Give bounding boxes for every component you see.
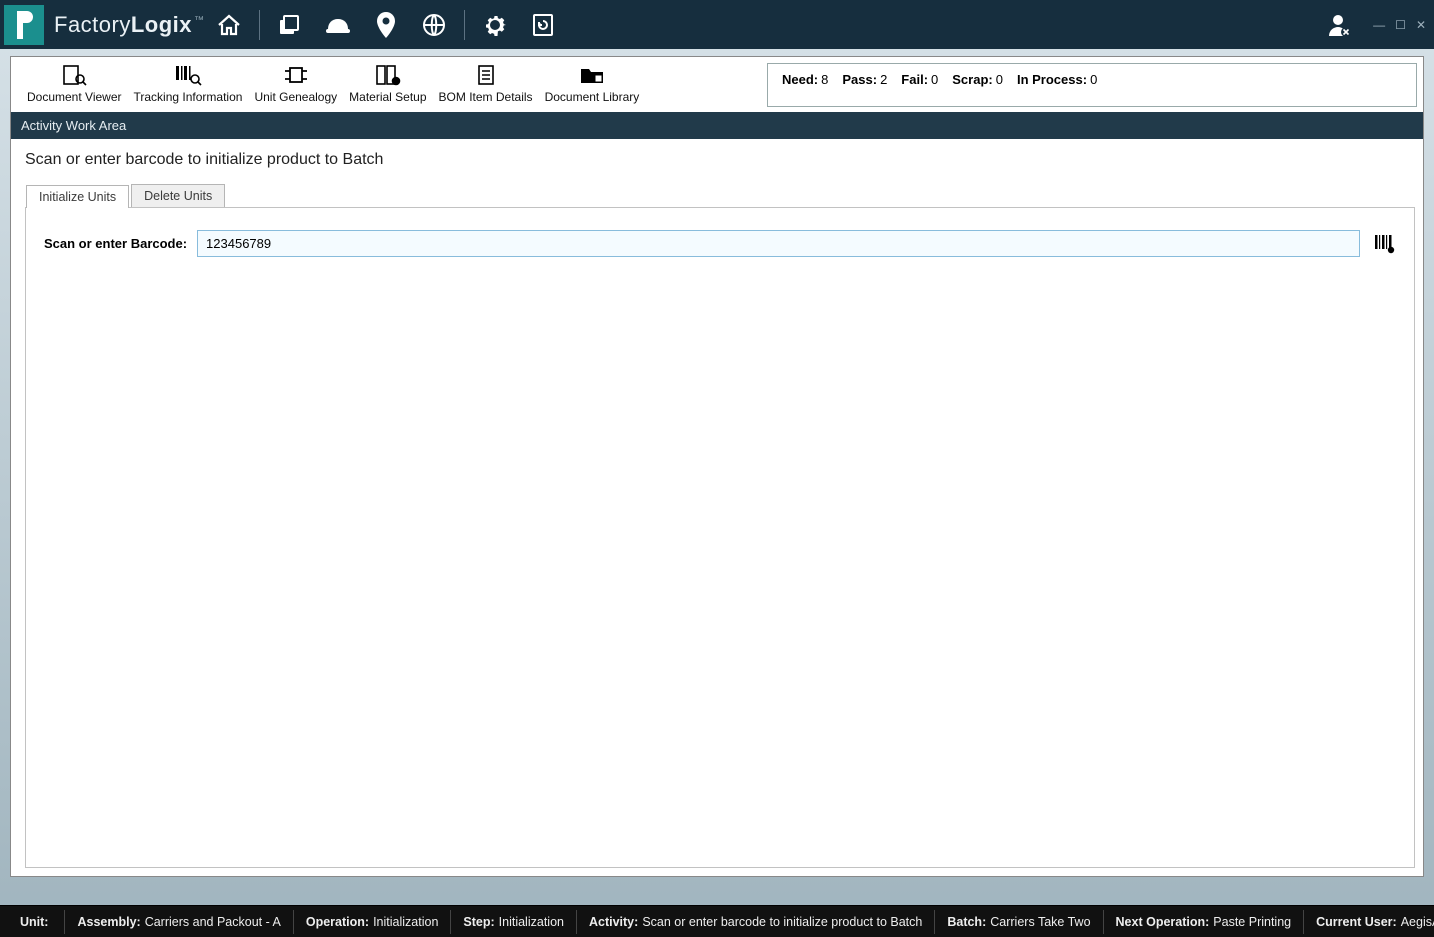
status-batch: Batch:Carriers Take Two bbox=[935, 910, 1103, 934]
tab-delete-units[interactable]: Delete Units bbox=[131, 184, 225, 207]
batch-status-box: Need:8 Pass:2 Fail:0 Scrap:0 In Process:… bbox=[767, 63, 1417, 107]
brand-text: FactoryLogix™ bbox=[54, 12, 205, 38]
refresh-page-icon[interactable] bbox=[525, 7, 561, 43]
location-pin-icon[interactable] bbox=[368, 7, 404, 43]
tool-label: Unit Genealogy bbox=[254, 90, 337, 104]
app-surface: Document Viewer Tracking Information Uni… bbox=[10, 56, 1424, 877]
maximize-button[interactable]: ☐ bbox=[1395, 18, 1406, 32]
close-button[interactable]: ✕ bbox=[1416, 18, 1426, 32]
windows-icon[interactable] bbox=[272, 7, 308, 43]
material-setup-icon bbox=[375, 63, 401, 87]
status-unit: Unit: bbox=[8, 910, 65, 934]
status-operation: Operation:Initialization bbox=[294, 910, 452, 934]
title-bar: FactoryLogix™ — ☐ ✕ bbox=[0, 0, 1434, 49]
globe-icon[interactable] bbox=[416, 7, 452, 43]
instruction-text: Scan or enter barcode to initialize prod… bbox=[11, 139, 1423, 183]
tool-label: Tracking Information bbox=[134, 90, 243, 104]
status-bar: Unit: Assembly:Carriers and Packout - A … bbox=[0, 905, 1434, 937]
bom-item-details-icon bbox=[476, 63, 496, 87]
tool-label: BOM Item Details bbox=[439, 90, 533, 104]
tracking-information-button[interactable]: Tracking Information bbox=[128, 63, 249, 104]
status-activity: Activity:Scan or enter barcode to initia… bbox=[577, 910, 935, 934]
document-viewer-button[interactable]: Document Viewer bbox=[21, 63, 128, 104]
barcode-input[interactable] bbox=[197, 230, 1360, 257]
document-library-icon bbox=[579, 63, 605, 87]
tool-label: Material Setup bbox=[349, 90, 426, 104]
tab-initialize-units[interactable]: Initialize Units bbox=[26, 185, 129, 208]
unit-genealogy-button[interactable]: Unit Genealogy bbox=[248, 63, 343, 104]
tool-label: Document Library bbox=[545, 90, 640, 104]
hardhat-icon[interactable] bbox=[320, 7, 356, 43]
status-current-user: Current User:AegisAdmin bbox=[1304, 910, 1434, 934]
unit-genealogy-icon bbox=[283, 63, 309, 87]
separator bbox=[464, 10, 465, 40]
material-setup-button[interactable]: Material Setup bbox=[343, 63, 432, 104]
bom-item-details-button[interactable]: BOM Item Details bbox=[433, 63, 539, 104]
user-account-icon[interactable] bbox=[1321, 7, 1357, 43]
tab-container: Initialize Units Delete Units Scan or en… bbox=[25, 207, 1415, 868]
status-assembly: Assembly:Carriers and Packout - A bbox=[65, 910, 293, 934]
minimize-button[interactable]: — bbox=[1373, 18, 1385, 32]
document-viewer-icon bbox=[61, 63, 87, 87]
tool-label: Document Viewer bbox=[27, 90, 122, 104]
tracking-information-icon bbox=[174, 63, 202, 87]
section-header: Activity Work Area bbox=[11, 112, 1423, 139]
toolbar: Document Viewer Tracking Information Uni… bbox=[11, 57, 1423, 112]
barcode-label: Scan or enter Barcode: bbox=[44, 236, 187, 251]
status-next-operation: Next Operation:Paste Printing bbox=[1104, 910, 1305, 934]
document-library-button[interactable]: Document Library bbox=[539, 63, 646, 104]
app-logo-icon bbox=[4, 5, 44, 45]
barcode-scan-icon[interactable] bbox=[1374, 234, 1396, 254]
gear-icon[interactable] bbox=[477, 7, 513, 43]
status-step: Step:Initialization bbox=[451, 910, 577, 934]
home-icon[interactable] bbox=[211, 7, 247, 43]
separator bbox=[259, 10, 260, 40]
